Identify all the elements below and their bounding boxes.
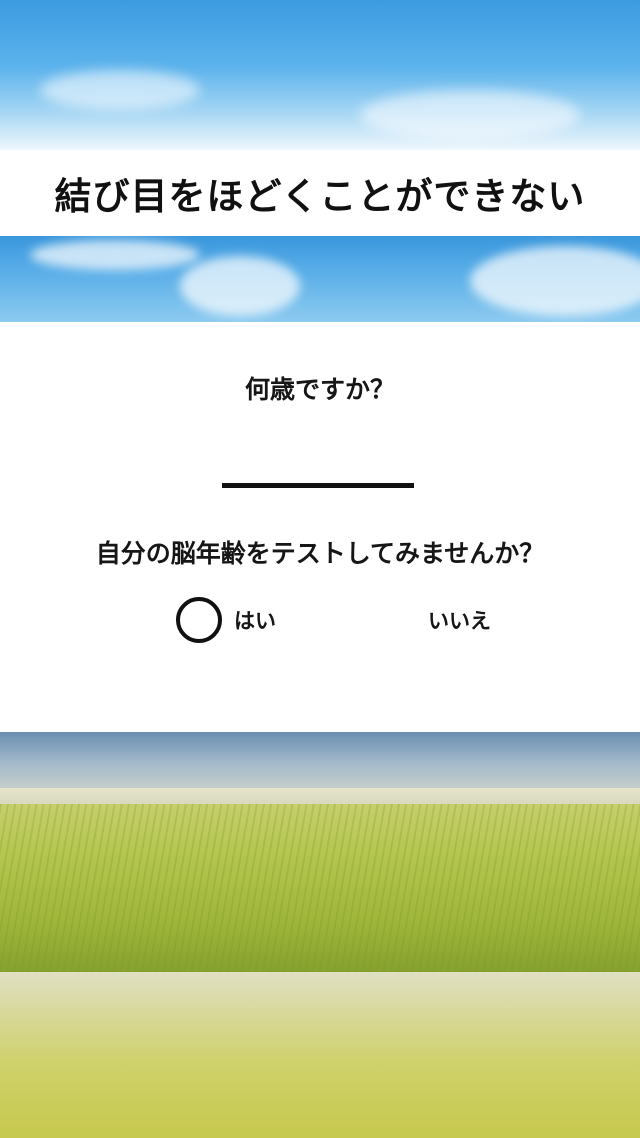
question-text: 何歳ですか？ xyxy=(244,375,395,404)
prompt-text: 自分の脳年齢をテストしてみませんか？ xyxy=(95,539,545,568)
circle-selection-icon xyxy=(176,597,222,643)
quiz-card: 何歳ですか？ 自分の脳年齢をテストしてみませんか？ はい いいえ xyxy=(0,322,640,732)
title-text: 結び目をほどくことができない xyxy=(54,175,586,218)
title-bar: 結び目をほどくことができない xyxy=(0,150,640,236)
sky-background-top xyxy=(0,0,640,150)
grassland-landscape xyxy=(0,732,640,972)
bottom-gradient xyxy=(0,972,640,1138)
option-yes[interactable]: はい xyxy=(176,592,276,648)
landscape-field xyxy=(0,804,640,972)
answer-blank-line xyxy=(222,483,414,488)
option-no[interactable]: いいえ xyxy=(428,592,491,648)
video-frame: 結び目をほどくことができない 何歳ですか？ 自分の脳年齢をテストしてみませんか？… xyxy=(0,0,640,1138)
option-no-label: いいえ xyxy=(428,609,491,633)
option-yes-label: はい xyxy=(234,609,276,633)
sky-background-strip xyxy=(0,236,640,322)
